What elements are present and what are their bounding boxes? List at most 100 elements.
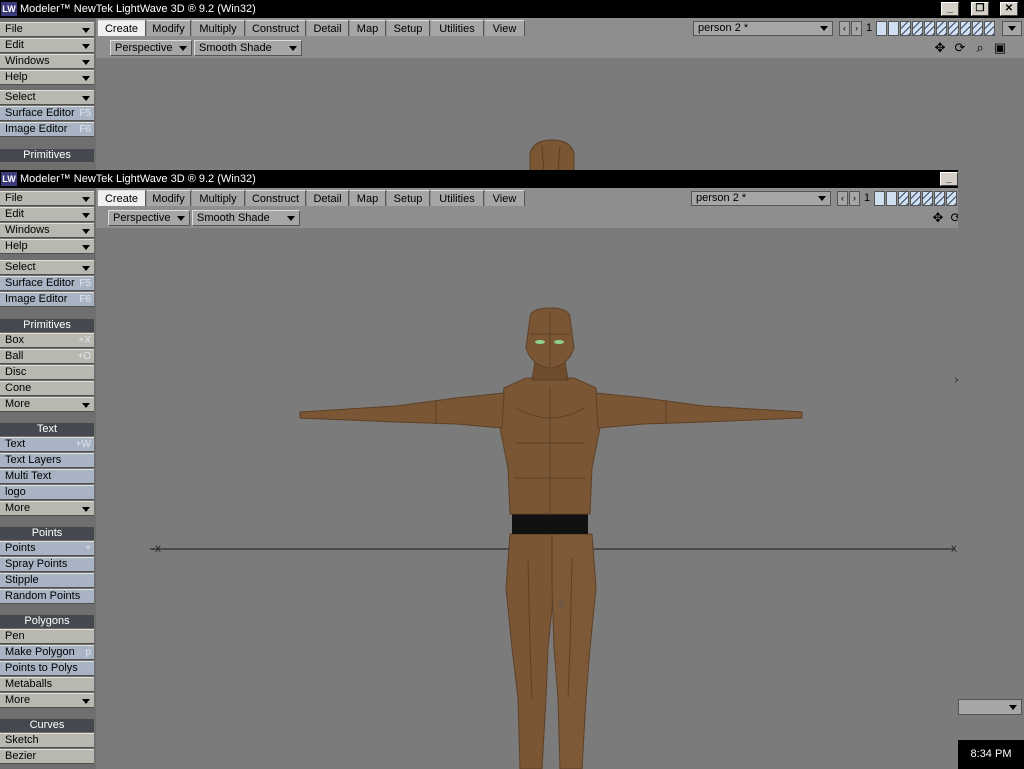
remnant-dropdown[interactable]: [958, 699, 1022, 715]
menu-help[interactable]: Help: [0, 239, 94, 254]
move-view-icon[interactable]: ✥: [930, 210, 946, 226]
layer-slot[interactable]: [934, 191, 945, 206]
back-menu-edit[interactable]: Edit: [0, 38, 94, 53]
menu-file[interactable]: File: [0, 191, 94, 206]
surface-editor-button[interactable]: Surface Editor F5: [0, 276, 94, 291]
layer-slot[interactable]: [946, 191, 957, 206]
back-layer-menu-button[interactable]: [1002, 21, 1022, 36]
back-tab-construct[interactable]: Construct: [246, 20, 306, 36]
back-menu-help[interactable]: Help: [0, 70, 94, 85]
zoom-view-icon[interactable]: ⌕: [972, 40, 988, 56]
back-tab-utilities[interactable]: Utilities: [431, 20, 484, 36]
chevron-down-icon: [82, 28, 90, 33]
back-layer-slot[interactable]: [936, 21, 947, 36]
sketch-button[interactable]: Sketch: [0, 733, 94, 748]
move-view-icon[interactable]: ✥: [932, 40, 948, 56]
menu-windows[interactable]: Windows: [0, 223, 94, 238]
back-view-mode-select[interactable]: Perspective: [110, 40, 192, 56]
layer-slot[interactable]: [910, 191, 921, 206]
back-select-button[interactable]: Select: [0, 90, 94, 105]
points-button[interactable]: Points +: [0, 541, 94, 556]
tab-multiply[interactable]: Multiply: [192, 190, 245, 206]
tab-setup[interactable]: Setup: [387, 190, 430, 206]
primitives-header: Primitives: [0, 319, 94, 332]
back-layer-slot[interactable]: [960, 21, 971, 36]
layer-slot[interactable]: [874, 191, 885, 206]
rotate-view-icon[interactable]: ⟳: [952, 40, 968, 56]
view-mode-select[interactable]: Perspective: [108, 210, 190, 226]
back-prev-layer-button[interactable]: ‹: [839, 21, 850, 36]
maximize-view-icon[interactable]: ▣: [992, 40, 1008, 56]
stipple-button[interactable]: Stipple: [0, 573, 94, 588]
minimize-button[interactable]: _: [941, 2, 959, 16]
bezier-button[interactable]: Bezier: [0, 749, 94, 764]
tab-map[interactable]: Map: [350, 190, 386, 206]
back-tab-multiply[interactable]: Multiply: [192, 20, 245, 36]
back-next-layer-button[interactable]: ›: [851, 21, 862, 36]
back-tab-modify[interactable]: Modify: [147, 20, 191, 36]
points-to-polys-button[interactable]: Points to Polys: [0, 661, 94, 676]
back-layer-slot[interactable]: [912, 21, 923, 36]
metaballs-button[interactable]: Metaballs: [0, 677, 94, 692]
back-tab-setup[interactable]: Setup: [387, 20, 430, 36]
tab-create[interactable]: Create: [98, 190, 146, 206]
back-image-editor-button[interactable]: Image Editor F6: [0, 122, 94, 137]
random-points-button[interactable]: Random Points: [0, 589, 94, 604]
back-menu-windows[interactable]: Windows: [0, 54, 94, 69]
back-sidebar: File Edit Windows Help Select Surface Ed…: [0, 18, 96, 172]
restore-button[interactable]: ❐: [971, 2, 989, 16]
pen-button[interactable]: Pen: [0, 629, 94, 644]
back-layer-slot[interactable]: [948, 21, 959, 36]
chevron-down-icon: [82, 96, 90, 101]
tab-detail[interactable]: Detail: [307, 190, 349, 206]
tab-view[interactable]: View: [485, 190, 525, 206]
back-shade-mode-select[interactable]: Smooth Shade: [194, 40, 302, 56]
back-tab-detail[interactable]: Detail: [307, 20, 349, 36]
back-viewport[interactable]: [96, 58, 1024, 172]
text-more-button[interactable]: More: [0, 501, 94, 516]
back-tab-view[interactable]: View: [485, 20, 525, 36]
back-object-select[interactable]: person 2 *: [693, 21, 833, 36]
back-layer-slot[interactable]: [888, 21, 899, 36]
menu-edit[interactable]: Edit: [0, 207, 94, 222]
multi-text-button[interactable]: Multi Text: [0, 469, 94, 484]
minimize-button[interactable]: _: [940, 172, 958, 186]
object-select[interactable]: person 2 *: [691, 191, 831, 206]
perspective-viewport[interactable]: -X X Z ×: [96, 228, 958, 769]
logo-button[interactable]: logo: [0, 485, 94, 500]
layer-slot[interactable]: [922, 191, 933, 206]
prev-layer-button[interactable]: ‹: [837, 191, 848, 206]
back-tab-map[interactable]: Map: [350, 20, 386, 36]
shade-mode-select[interactable]: Smooth Shade: [192, 210, 300, 226]
spray-points-button[interactable]: Spray Points: [0, 557, 94, 572]
close-button[interactable]: ✕: [1000, 2, 1018, 16]
select-button[interactable]: Select: [0, 260, 94, 275]
tab-construct[interactable]: Construct: [246, 190, 306, 206]
back-layer-slot[interactable]: [984, 21, 995, 36]
primitives-more-button[interactable]: More: [0, 397, 94, 412]
text-button[interactable]: Text +W: [0, 437, 94, 452]
make-polygon-button[interactable]: Make Polygon p: [0, 645, 94, 660]
back-layer-slot[interactable]: [876, 21, 887, 36]
polygons-more-button[interactable]: More: [0, 693, 94, 708]
next-layer-button[interactable]: ›: [849, 191, 860, 206]
back-layer-slot[interactable]: [900, 21, 911, 36]
tab-utilities[interactable]: Utilities: [431, 190, 484, 206]
chevron-down-icon: [818, 196, 826, 201]
box-button[interactable]: Box +X: [0, 333, 94, 348]
points-header: Points: [0, 527, 94, 540]
layer-slot[interactable]: [886, 191, 897, 206]
back-surface-editor-button[interactable]: Surface Editor F5: [0, 106, 94, 121]
image-editor-button[interactable]: Image Editor F6: [0, 292, 94, 307]
text-layers-button[interactable]: Text Layers: [0, 453, 94, 468]
chevron-down-icon: [82, 213, 90, 218]
cone-button[interactable]: Cone: [0, 381, 94, 396]
tab-modify[interactable]: Modify: [147, 190, 191, 206]
back-tab-create[interactable]: Create: [98, 20, 146, 36]
back-menu-file[interactable]: File: [0, 22, 94, 37]
back-layer-slot[interactable]: [924, 21, 935, 36]
disc-button[interactable]: Disc: [0, 365, 94, 380]
back-layer-slot[interactable]: [972, 21, 983, 36]
layer-slot[interactable]: [898, 191, 909, 206]
ball-button[interactable]: Ball +O: [0, 349, 94, 364]
